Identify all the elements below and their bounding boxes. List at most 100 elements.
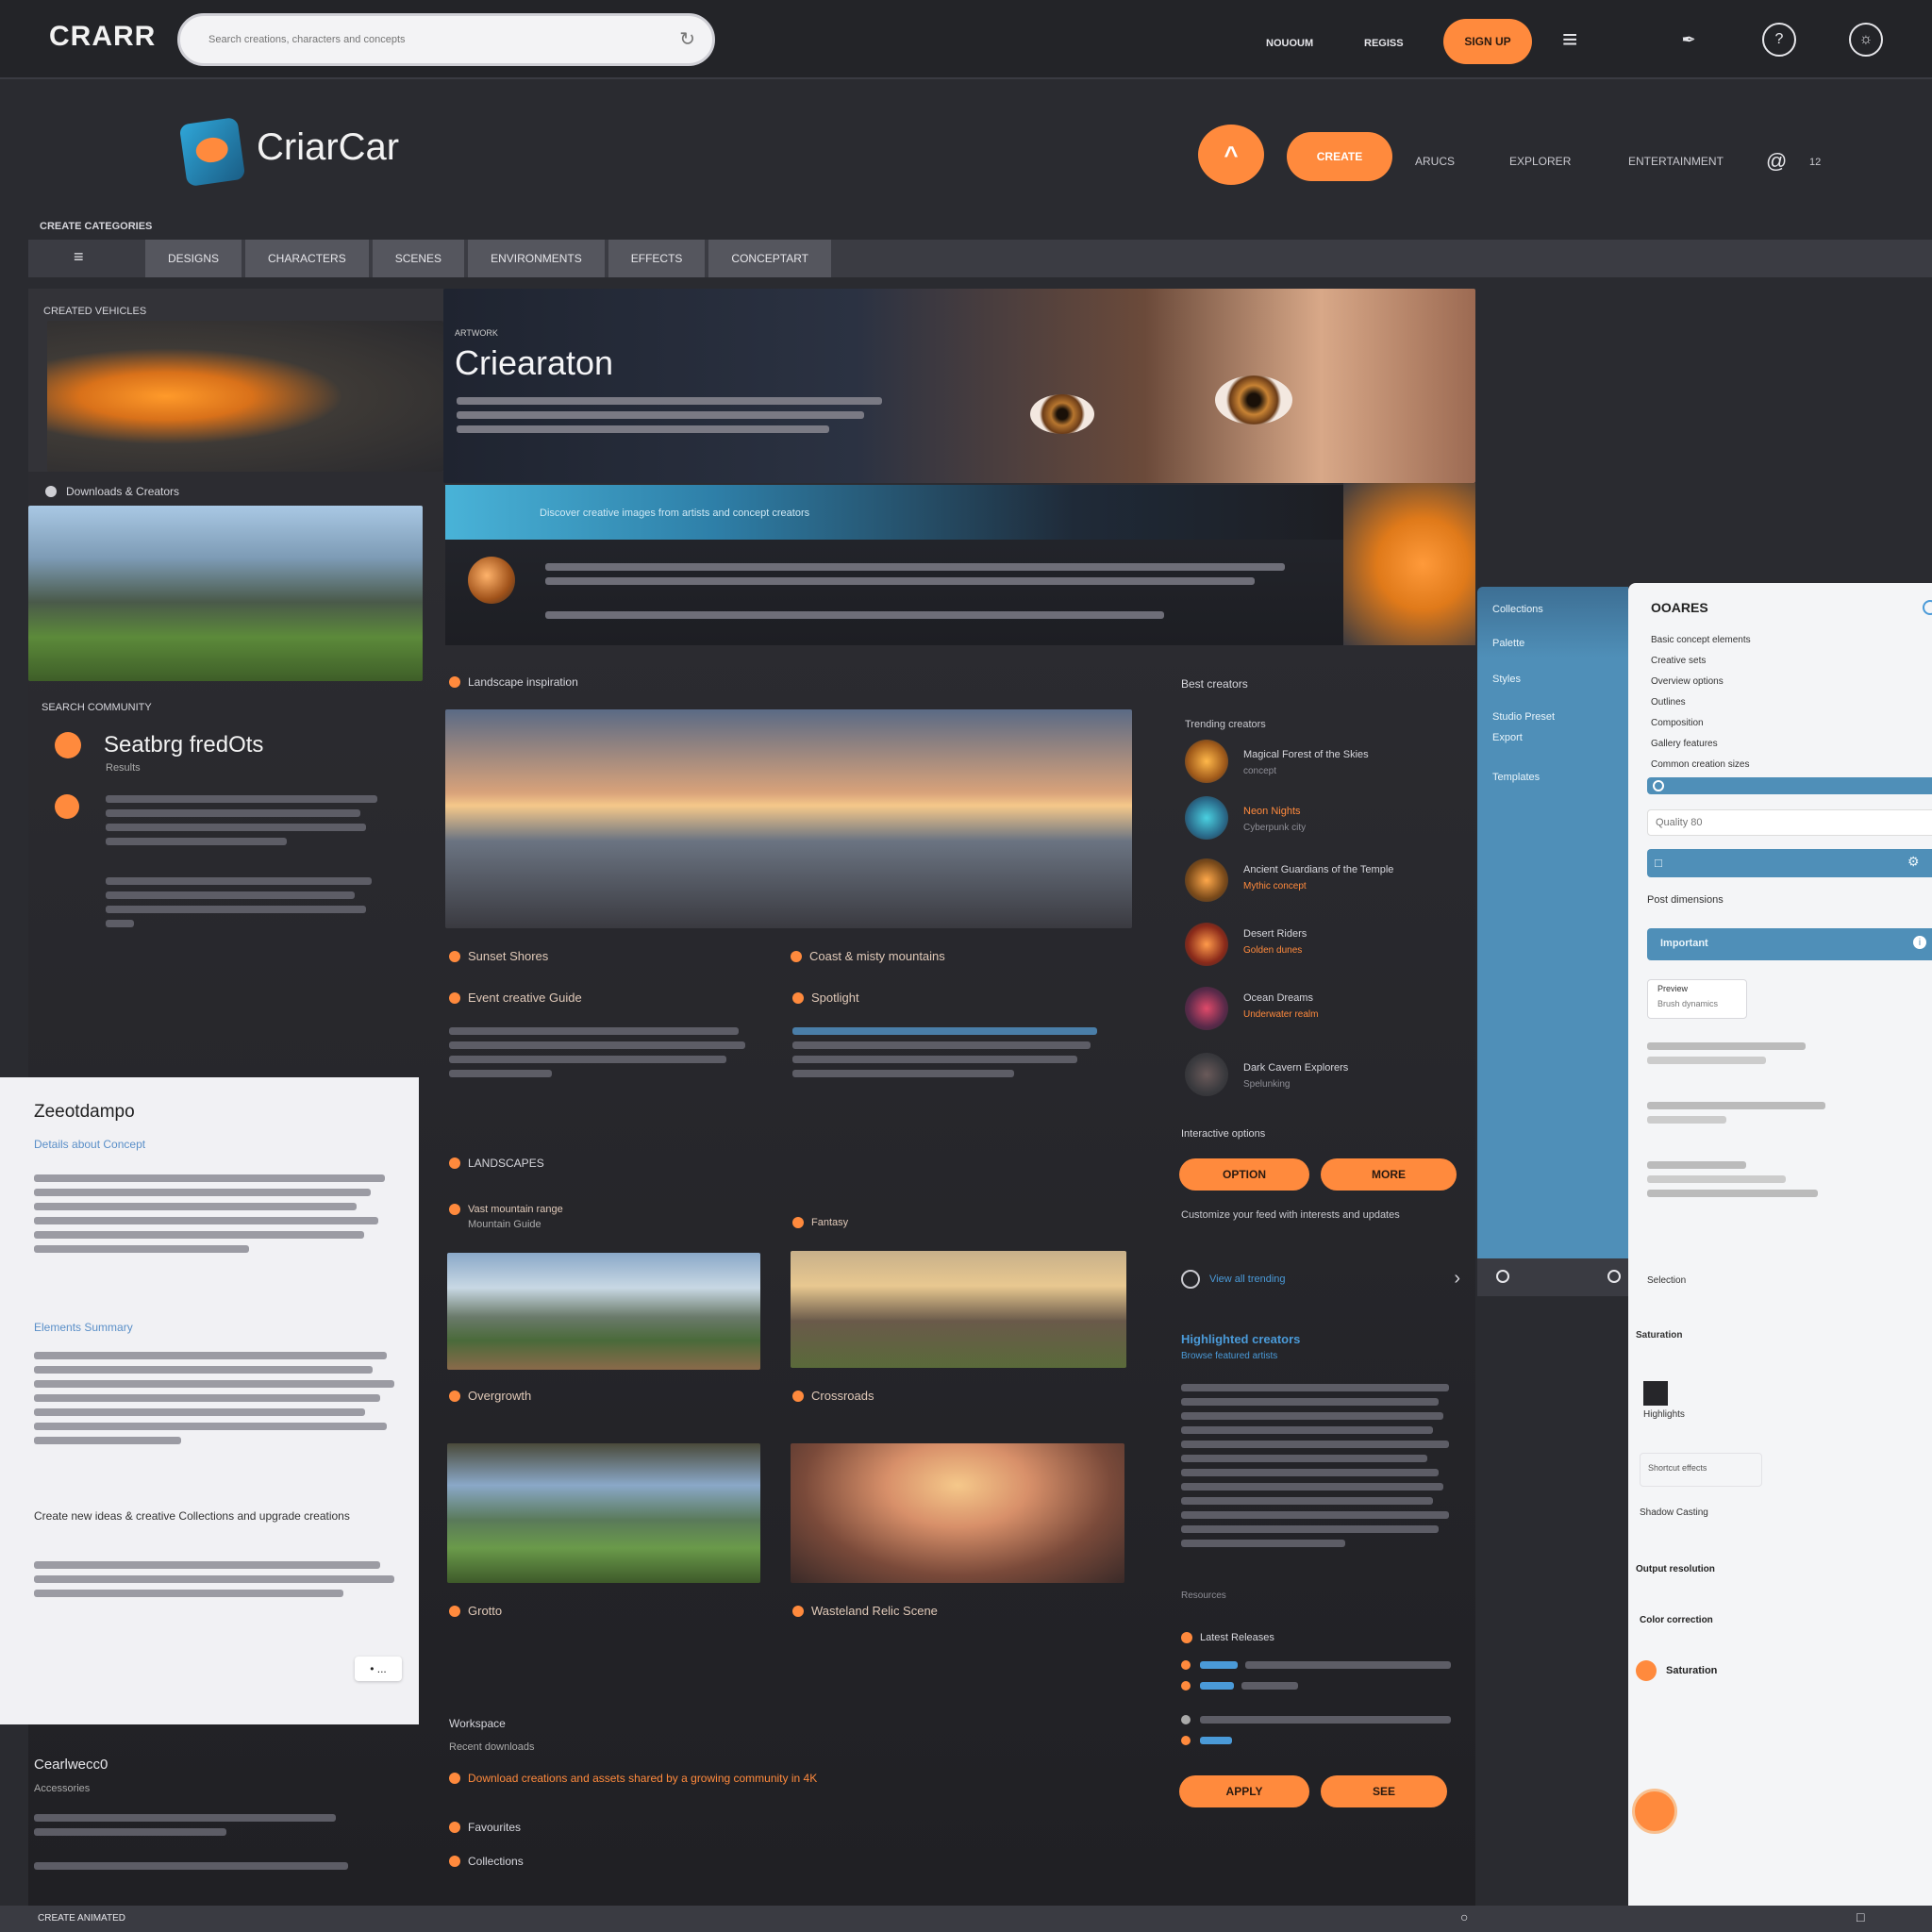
option-button[interactable]: OPTION xyxy=(1179,1158,1309,1191)
apply-button[interactable]: APPLY xyxy=(1179,1775,1309,1807)
blue-item-6[interactable]: Templates xyxy=(1492,772,1540,783)
brand-link-3[interactable]: ENTERTAINMENT xyxy=(1628,155,1724,168)
cap4-dot-icon xyxy=(792,1390,804,1402)
sidefeed-list-row-2[interactable] xyxy=(1181,1681,1451,1690)
tab-characters[interactable]: CHARACTERS xyxy=(245,240,369,277)
vehicle-card[interactable]: CREATED VEHICLES xyxy=(28,289,443,472)
fab-button[interactable]: ^ xyxy=(1198,125,1264,185)
dropdown-gear-icon[interactable]: ⚙ xyxy=(1907,854,1920,870)
sidefeed-list-row-1[interactable] xyxy=(1181,1660,1451,1670)
white-item-5[interactable]: Composition xyxy=(1651,713,1751,734)
top-link-1[interactable]: NOUOUM xyxy=(1266,38,1313,49)
gallery-cap-4: Crossroads xyxy=(792,1389,874,1403)
sidefeed-item-1[interactable]: Magical Forest of the Skies concept xyxy=(1185,740,1468,787)
chevron-right-icon[interactable]: › xyxy=(1454,1268,1460,1290)
white-slider[interactable] xyxy=(1647,777,1932,794)
blue-item-5[interactable]: Export xyxy=(1492,732,1523,743)
white-cta-row[interactable]: Saturation xyxy=(1636,1660,1717,1681)
footer2-label: Favourites xyxy=(468,1821,522,1834)
important-bar[interactable]: Important i xyxy=(1647,928,1932,960)
tab-scenes[interactable]: SCENES xyxy=(372,240,465,277)
sidefeed-list-row-3[interactable] xyxy=(1181,1715,1451,1724)
white-item-7[interactable]: Common creation sizes xyxy=(1651,755,1751,775)
create-button[interactable]: CREATE xyxy=(1287,132,1392,181)
search-bar[interactable]: ↻ xyxy=(177,13,715,66)
gallery-footer-item-2[interactable]: Favourites xyxy=(449,1821,521,1834)
sub1-label: Event creative Guide xyxy=(468,991,582,1005)
more-button[interactable]: MORE xyxy=(1321,1158,1457,1191)
white-item-2[interactable]: Creative sets xyxy=(1651,651,1751,672)
wreck-image[interactable] xyxy=(791,1443,1124,1583)
brand-link-1[interactable]: ARUCS xyxy=(1415,155,1455,168)
globe-icon[interactable]: ☼ xyxy=(1849,23,1883,57)
valley-image[interactable] xyxy=(28,506,423,681)
blue-radio-right-icon[interactable] xyxy=(1607,1270,1621,1283)
white-close-icon[interactable] xyxy=(1923,600,1932,615)
tab-designs[interactable]: DESIGNS xyxy=(145,240,242,277)
sidefeed-title: Best creators xyxy=(1181,677,1248,691)
quality-input[interactable] xyxy=(1647,809,1932,836)
tab-conceptart[interactable]: CONCEPTART xyxy=(708,240,831,277)
sidefeed-item-6[interactable]: Dark Cavern Explorers Spelunking xyxy=(1185,1053,1468,1100)
white-item-6[interactable]: Gallery features xyxy=(1651,734,1751,755)
status-search-icon[interactable]: ○ xyxy=(1460,1909,1468,1924)
white-dropdown[interactable]: □ ⚙ xyxy=(1647,849,1932,877)
at-icon[interactable]: @ xyxy=(1766,149,1787,174)
white-preview-card[interactable]: Preview Brush dynamics xyxy=(1647,979,1747,1019)
status-window-icon[interactable]: □ xyxy=(1857,1909,1864,1924)
mountain-road-image[interactable] xyxy=(447,1253,760,1370)
sidefeed-item-5[interactable]: Ocean Dreams Underwater realm xyxy=(1185,987,1468,1034)
spire-image[interactable] xyxy=(791,1251,1126,1368)
brand-name[interactable]: CriarCar xyxy=(257,126,399,169)
blue-item-4[interactable]: Studio Preset xyxy=(1492,711,1555,723)
concept-quote: Create new ideas & creative Collections … xyxy=(34,1509,350,1523)
sunset-image[interactable] xyxy=(445,709,1132,928)
concept-more-button[interactable]: • ... xyxy=(355,1657,402,1681)
signup-button[interactable]: SIGN UP xyxy=(1443,19,1532,64)
refresh-icon[interactable]: ↻ xyxy=(679,27,695,51)
gallery-footer-item-1[interactable]: Download creations and assets shared by … xyxy=(449,1772,817,1785)
white-chip[interactable]: Shortcut effects xyxy=(1640,1453,1762,1487)
hero-text xyxy=(457,391,900,440)
menu-icon[interactable]: ≡ xyxy=(1562,25,1577,55)
top-logo[interactable]: CRARR xyxy=(49,21,156,53)
search-input[interactable] xyxy=(207,27,663,52)
white-swatch[interactable] xyxy=(1643,1381,1668,1406)
tab-effects[interactable]: EFFECTS xyxy=(608,240,706,277)
sidefeed-link-row[interactable]: View all trending › xyxy=(1181,1268,1460,1290)
info-icon[interactable]: i xyxy=(1913,936,1926,949)
cap5-label: Grotto xyxy=(468,1604,503,1618)
tab-environments[interactable]: ENVIRONMENTS xyxy=(468,240,605,277)
help-icon[interactable]: ? xyxy=(1762,23,1796,57)
river-image[interactable] xyxy=(447,1443,760,1583)
brand-link-2[interactable]: EXPLORER xyxy=(1509,155,1571,168)
white-item-3[interactable]: Overview options xyxy=(1651,672,1751,692)
sidefeed-item-4[interactable]: Desert Riders Golden dunes xyxy=(1185,923,1468,970)
white-item-1[interactable]: Basic concept elements xyxy=(1651,630,1751,651)
concept-link-2[interactable]: Elements Summary xyxy=(34,1321,133,1334)
white-foot2: Brush dynamics xyxy=(1657,999,1719,1008)
tab-home-icon[interactable]: ≡ xyxy=(74,247,84,267)
feather-icon[interactable]: ✒ xyxy=(1672,23,1706,57)
cap2-dot-icon xyxy=(791,950,802,962)
white-foot4[interactable]: Saturation xyxy=(1636,1330,1682,1341)
see-button[interactable]: SEE xyxy=(1321,1775,1447,1807)
brand-badge: 12 xyxy=(1809,157,1822,168)
sidefeed-item-2[interactable]: Neon Nights Cyberpunk city xyxy=(1185,796,1468,843)
blue-item-3[interactable]: Styles xyxy=(1492,674,1521,685)
sidefeed-item-3[interactable]: Ancient Guardians of the Temple Mythic c… xyxy=(1185,858,1468,906)
top-link-2[interactable]: REGISS xyxy=(1364,38,1404,49)
gallery-sub-3b: Mountain Guide xyxy=(468,1219,541,1230)
concept-link-1[interactable]: Details about Concept xyxy=(34,1138,145,1151)
blue-radio-left-icon[interactable] xyxy=(1496,1270,1509,1283)
blue-item-1[interactable]: Collections xyxy=(1492,604,1543,615)
slider-knob-icon[interactable] xyxy=(1653,780,1664,791)
hero-eye-right xyxy=(1215,375,1292,425)
blue-item-2[interactable]: Palette xyxy=(1492,638,1524,649)
white-logo-badge[interactable] xyxy=(1632,1789,1677,1834)
sidefeed-list-row-4[interactable] xyxy=(1181,1736,1451,1745)
feature-row[interactable]: Seatbrg fredOts xyxy=(55,732,263,758)
sidefeed-item-1-title: Magical Forest of the Skies xyxy=(1243,749,1369,760)
white-item-4[interactable]: Outlines xyxy=(1651,692,1751,713)
gallery-footer-item-3[interactable]: Collections xyxy=(449,1855,524,1868)
